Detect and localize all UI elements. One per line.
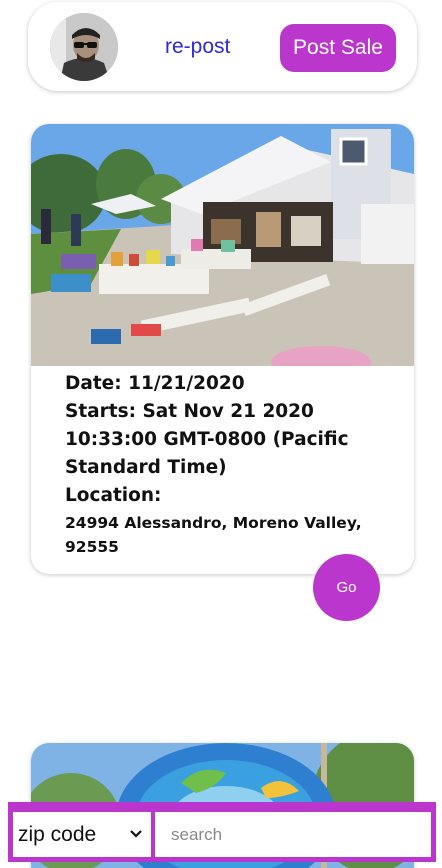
repost-link[interactable]: re-post: [165, 35, 230, 59]
sale-date: Date: 11/21/2020: [65, 373, 245, 394]
sale-address: 24994 Alessandro, Moreno Valley, 92555: [65, 514, 362, 556]
chevron-down-icon: [130, 830, 142, 838]
location-label: Location:: [65, 485, 162, 506]
sale-card: Date: 11/21/2020 Starts: Sat Nov 21 2020…: [31, 124, 414, 574]
sale-photo: [31, 124, 414, 366]
search-bar: zip code: [8, 802, 436, 862]
search-filter-value: zip code: [18, 823, 97, 846]
avatar-photo: [50, 13, 118, 81]
sale-start-time: Starts: Sat Nov 21 2020 10:33:00 GMT-080…: [65, 401, 349, 478]
avatar[interactable]: [50, 13, 118, 81]
sale-details: Date: 11/21/2020 Starts: Sat Nov 21 2020…: [65, 370, 365, 559]
post-sale-button[interactable]: Post Sale: [280, 24, 396, 72]
page: re-post Post Sale Date: 11/21/2020 Start…: [0, 0, 442, 868]
go-button[interactable]: Go: [313, 554, 380, 621]
top-header: re-post Post Sale: [28, 2, 417, 91]
search-input[interactable]: [155, 812, 431, 857]
search-filter-select[interactable]: zip code: [13, 812, 151, 857]
